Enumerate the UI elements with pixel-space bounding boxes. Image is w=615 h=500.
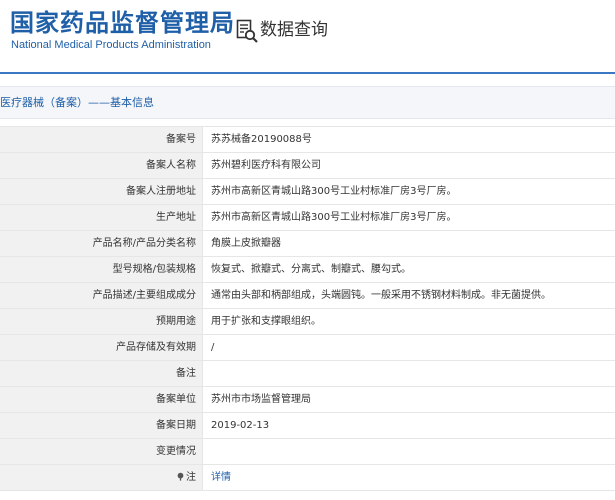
production-address-label: 生产地址 <box>0 204 203 231</box>
filing-unit-label: 备案单位 <box>0 386 203 413</box>
remarks-label: 备注 <box>0 360 203 387</box>
registered-address-value: 苏州市高新区青城山路300号工业村标准厂房3号厂房。 <box>202 178 615 205</box>
header-divider <box>0 72 615 74</box>
model-spec-label: 型号规格/包装规格 <box>0 256 203 283</box>
site-header: 国家药品监督管理局 National Medical Products Admi… <box>0 0 615 72</box>
filing-number-value: 苏苏械备20190088号 <box>202 126 615 153</box>
detail-row-filing-unit: 备案单位 苏州市市场监督管理局 <box>0 386 615 413</box>
detail-row-filing-date: 备案日期 2019-02-13 <box>0 412 615 439</box>
breadcrumb-text: 医疗器械（备案）——基本信息 <box>0 96 154 109</box>
record-detail-table: 备案号 苏苏械备20190088号 备案人名称 苏州碧利医疗科有限公司 备案人注… <box>0 126 615 491</box>
product-name-value: 角膜上皮掀瓣器 <box>202 230 615 257</box>
breadcrumb: 医疗器械（备案）——基本信息 <box>0 86 615 119</box>
change-status-value <box>202 438 615 465</box>
note-label-cell: 注 <box>0 464 203 491</box>
page: 国家药品监督管理局 National Medical Products Admi… <box>0 0 615 500</box>
detail-row-product-description: 产品描述/主要组成成分 通常由头部和柄部组成，头端圆钝。一般采用不锈钢材料制成。… <box>0 282 615 309</box>
detail-row-note: 注 详情 <box>0 464 615 491</box>
production-address-value: 苏州市高新区青城山路300号工业村标准厂房3号厂房。 <box>202 204 615 231</box>
document-search-icon <box>236 19 258 43</box>
detail-row-product-name: 产品名称/产品分类名称 角膜上皮掀瓣器 <box>0 230 615 257</box>
model-spec-value: 恢复式、掀瓣式、分离式、制瓣式、腰勾式。 <box>202 256 615 283</box>
product-description-value: 通常由头部和柄部组成，头端圆钝。一般采用不锈钢材料制成。非无菌提供。 <box>202 282 615 309</box>
site-logo-subtitle[interactable]: National Medical Products Administration <box>11 38 211 52</box>
filing-number-label: 备案号 <box>0 126 203 153</box>
filing-unit-value: 苏州市市场监督管理局 <box>202 386 615 413</box>
detail-row-change-status: 变更情况 <box>0 438 615 465</box>
filer-name-label: 备案人名称 <box>0 152 203 179</box>
details-link[interactable]: 详情 <box>211 472 231 483</box>
site-logo-title[interactable]: 国家药品监督管理局 <box>10 7 235 39</box>
detail-row-filing-number: 备案号 苏苏械备20190088号 <box>0 126 615 153</box>
change-status-label: 变更情况 <box>0 438 203 465</box>
storage-validity-label: 产品存储及有效期 <box>0 334 203 361</box>
detail-row-filer-name: 备案人名称 苏州碧利医疗科有限公司 <box>0 152 615 179</box>
remarks-value <box>202 360 615 387</box>
filer-name-value: 苏州碧利医疗科有限公司 <box>202 152 615 179</box>
detail-row-model-spec: 型号规格/包装规格 恢复式、掀瓣式、分离式、制瓣式、腰勾式。 <box>0 256 615 283</box>
detail-row-registered-address: 备案人注册地址 苏州市高新区青城山路300号工业村标准厂房3号厂房。 <box>0 178 615 205</box>
detail-row-production-address: 生产地址 苏州市高新区青城山路300号工业村标准厂房3号厂房。 <box>0 204 615 231</box>
note-value-cell: 详情 <box>202 464 615 491</box>
storage-validity-value: / <box>202 334 615 361</box>
intended-use-value: 用于扩张和支撑眼组织。 <box>202 308 615 335</box>
filing-date-label: 备案日期 <box>0 412 203 439</box>
detail-row-intended-use: 预期用途 用于扩张和支撑眼组织。 <box>0 308 615 335</box>
detail-row-storage-validity: 产品存储及有效期 / <box>0 334 615 361</box>
info-marker-icon <box>177 472 184 481</box>
product-description-label: 产品描述/主要组成成分 <box>0 282 203 309</box>
data-query-title: 数据查询 <box>260 20 328 40</box>
intended-use-label: 预期用途 <box>0 308 203 335</box>
detail-row-remarks: 备注 <box>0 360 615 387</box>
filing-date-value: 2019-02-13 <box>202 412 615 439</box>
product-name-label: 产品名称/产品分类名称 <box>0 230 203 257</box>
note-label: 注 <box>186 471 196 483</box>
registered-address-label: 备案人注册地址 <box>0 178 203 205</box>
